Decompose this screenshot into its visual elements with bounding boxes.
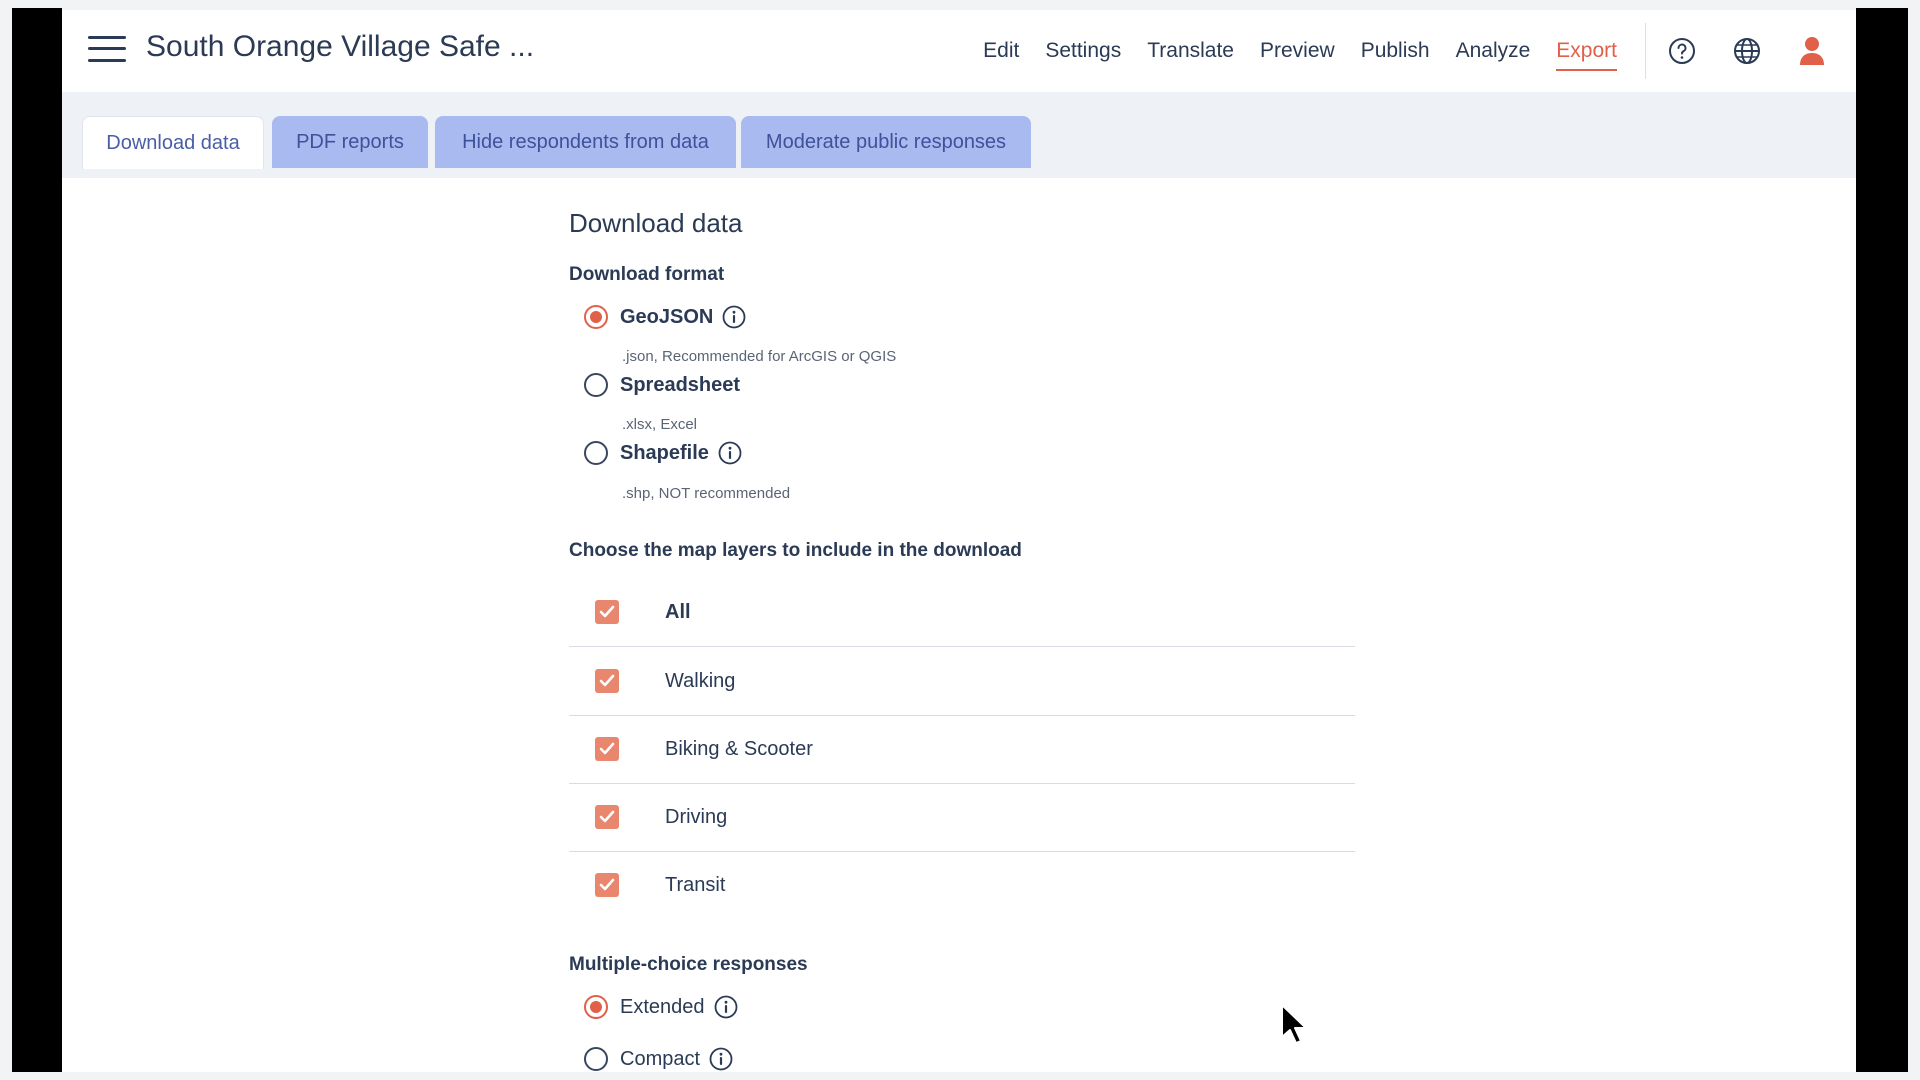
check-icon[interactable]	[595, 873, 619, 897]
user-icon[interactable]	[1794, 33, 1830, 69]
nav-analyze[interactable]: Analyze	[1456, 39, 1531, 63]
layer-row-transit[interactable]: Transit	[569, 851, 1355, 919]
tab-hide-respondents[interactable]: Hide respondents from data	[435, 116, 736, 168]
mc-label: Compact	[620, 1047, 701, 1070]
download-panel: Download data Download format GeoJSON .j…	[62, 178, 1856, 1072]
format-description: .json, Recommended for ArcGIS or QGIS	[622, 348, 897, 365]
letterbox-right	[1856, 8, 1908, 1072]
multiple-choice-heading: Multiple-choice responses	[569, 954, 808, 975]
nav-edit[interactable]: Edit	[983, 39, 1019, 63]
format-label: Spreadsheet	[620, 373, 741, 396]
layer-label: Transit	[665, 873, 726, 896]
layer-row-biking[interactable]: Biking & Scooter	[569, 715, 1355, 784]
radio-compact[interactable]	[584, 1047, 608, 1071]
radio-geojson[interactable]	[584, 305, 608, 329]
mouse-pointer-icon	[1280, 1003, 1310, 1052]
radio-shapefile[interactable]	[584, 441, 608, 465]
tab-download-data[interactable]: Download data	[82, 116, 264, 169]
tab-bar: Download data PDF reports Hide responden…	[62, 92, 1856, 178]
mc-option-extended[interactable]: Extended	[584, 994, 739, 1020]
top-header: South Orange Village Safe ... Edit Setti…	[62, 10, 1856, 92]
hamburger-icon[interactable]	[88, 34, 126, 64]
format-label: Shapefile	[620, 441, 709, 464]
nav-publish[interactable]: Publish	[1361, 39, 1430, 63]
info-icon[interactable]	[717, 440, 743, 466]
radio-spreadsheet[interactable]	[584, 373, 608, 397]
check-icon[interactable]	[595, 737, 619, 761]
tab-pdf-reports[interactable]: PDF reports	[272, 116, 428, 168]
info-icon[interactable]	[708, 1046, 734, 1072]
layer-row-all[interactable]: All	[569, 578, 1355, 647]
format-option-geojson[interactable]: GeoJSON	[584, 304, 747, 330]
layer-row-driving[interactable]: Driving	[569, 783, 1355, 852]
survey-title: South Orange Village Safe ...	[146, 30, 535, 63]
map-layers-heading: Choose the map layers to include in the …	[569, 540, 1022, 561]
help-icon[interactable]	[1664, 33, 1700, 69]
format-description: .xlsx, Excel	[622, 416, 698, 433]
nav-translate[interactable]: Translate	[1147, 39, 1234, 63]
check-icon[interactable]	[595, 805, 619, 829]
info-icon[interactable]	[721, 304, 747, 330]
nav-export[interactable]: Export	[1556, 39, 1617, 71]
nav-settings[interactable]: Settings	[1045, 39, 1121, 63]
section-title: Download data	[569, 208, 743, 238]
globe-icon[interactable]	[1729, 33, 1765, 69]
layer-label: Walking	[665, 669, 736, 692]
layer-label: Biking & Scooter	[665, 737, 813, 760]
top-nav: Edit Settings Translate Preview Publish …	[983, 10, 1856, 92]
tab-moderate-responses[interactable]: Moderate public responses	[741, 116, 1031, 168]
check-icon[interactable]	[595, 669, 619, 693]
app-window: South Orange Village Safe ... Edit Setti…	[62, 10, 1856, 1072]
format-description: .shp, NOT recommended	[622, 485, 791, 502]
mc-label: Extended	[620, 995, 705, 1018]
download-format-heading: Download format	[569, 264, 725, 285]
radio-extended[interactable]	[584, 995, 608, 1019]
format-option-spreadsheet[interactable]: Spreadsheet	[584, 373, 740, 397]
layer-row-walking[interactable]: Walking	[569, 647, 1355, 716]
nav-divider	[1645, 23, 1646, 79]
layer-label: Driving	[665, 805, 728, 828]
format-option-shapefile[interactable]: Shapefile	[584, 440, 743, 466]
layer-label: All	[665, 600, 691, 623]
nav-preview[interactable]: Preview	[1260, 39, 1335, 63]
mc-option-compact[interactable]: Compact	[584, 1046, 734, 1072]
letterbox-left	[12, 8, 62, 1072]
check-icon[interactable]	[595, 600, 619, 624]
info-icon[interactable]	[713, 994, 739, 1020]
format-label: GeoJSON	[620, 305, 714, 328]
